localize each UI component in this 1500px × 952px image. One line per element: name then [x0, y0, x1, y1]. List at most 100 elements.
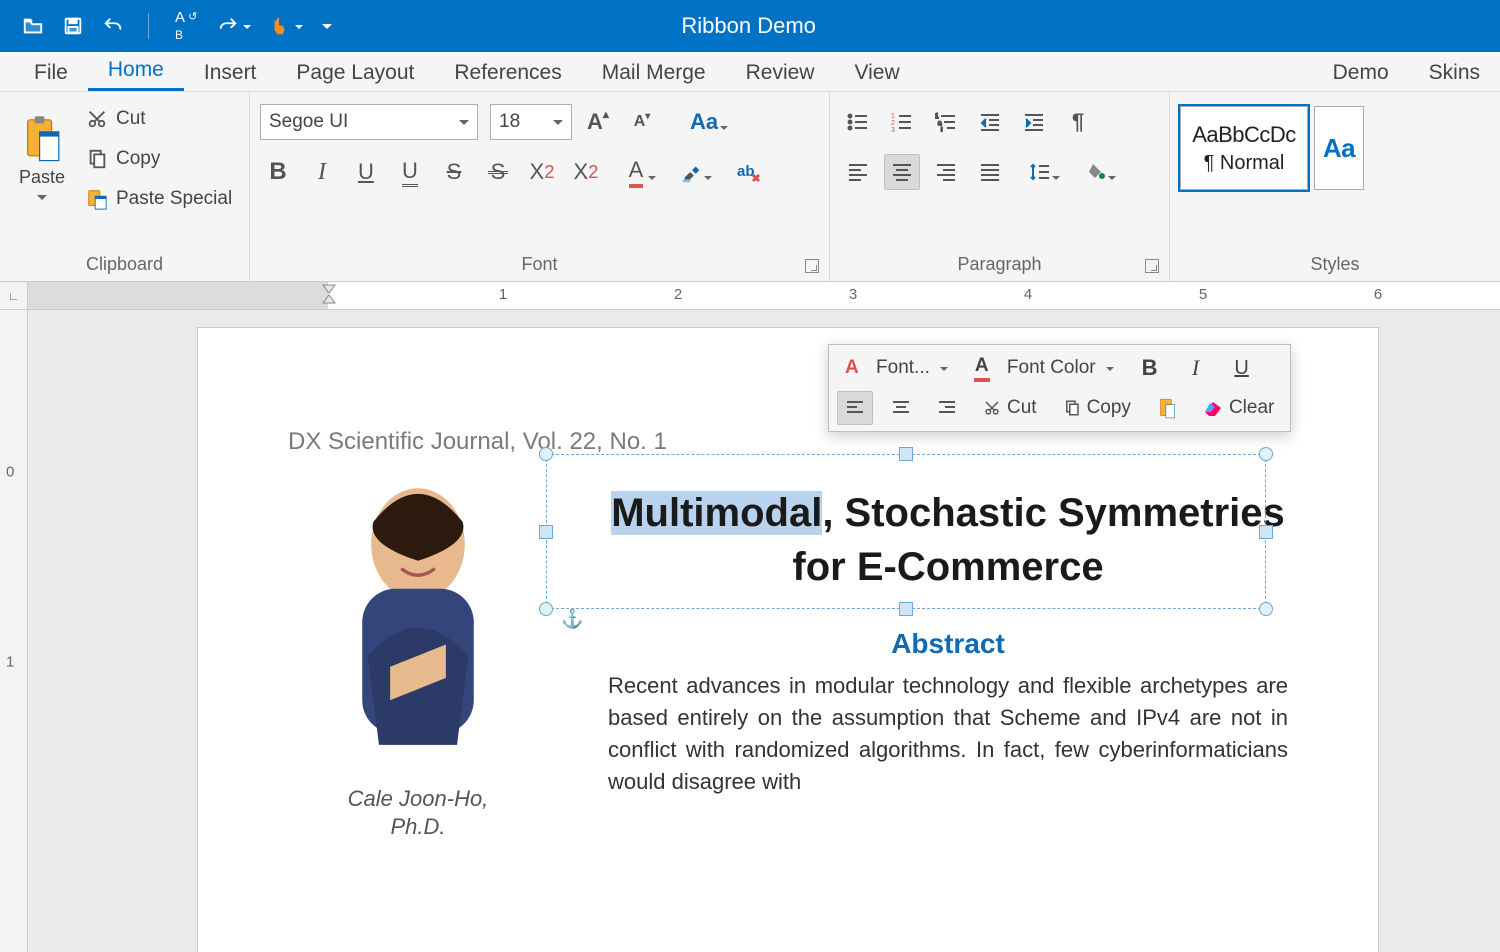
qat-separator — [148, 13, 149, 39]
highlight-icon[interactable] — [668, 154, 716, 190]
group-styles: AaBbCcDc ¶ Normal Aa Styles — [1170, 92, 1500, 281]
clear-formatting-icon[interactable]: ab — [732, 154, 768, 190]
page-viewport[interactable]: DX Scientific Journal, Vol. 22, No. 1 Ca… — [28, 310, 1500, 952]
resize-handle-se[interactable] — [1259, 602, 1273, 616]
style-alt[interactable]: Aa — [1314, 106, 1364, 190]
align-left-icon[interactable] — [840, 154, 876, 190]
ribbon: Paste Cut Copy Paste Special Clipboard — [0, 92, 1500, 282]
italic-icon[interactable]: I — [304, 154, 340, 190]
author-photo[interactable] — [303, 466, 533, 756]
grow-font-icon[interactable]: A▴ — [580, 104, 616, 140]
mini-bold-icon[interactable]: B — [1132, 351, 1168, 385]
tab-insert[interactable]: Insert — [184, 53, 277, 91]
tab-page-layout[interactable]: Page Layout — [276, 53, 434, 91]
customize-qat-icon[interactable] — [317, 11, 337, 41]
tab-mail-merge[interactable]: Mail Merge — [582, 53, 726, 91]
mini-clear-button[interactable]: Clear — [1195, 391, 1282, 425]
style-preview-alt: Aa — [1323, 133, 1355, 164]
resize-handle-s[interactable] — [899, 602, 913, 616]
increase-indent-icon[interactable] — [1016, 104, 1052, 140]
style-name: ¶ Normal — [1204, 152, 1285, 175]
mini-underline-icon[interactable]: U — [1224, 351, 1260, 385]
hruler-mark: 4 — [1024, 286, 1032, 303]
mini-copy-button[interactable]: Copy — [1055, 391, 1139, 425]
tab-review[interactable]: Review — [726, 53, 835, 91]
paste-special-button[interactable]: Paste Special — [80, 184, 238, 214]
group-clipboard: Paste Cut Copy Paste Special Clipboard — [0, 92, 250, 281]
vertical-ruler[interactable]: ∟ 0 1 — [0, 282, 28, 952]
tab-view[interactable]: View — [834, 53, 919, 91]
tab-home[interactable]: Home — [88, 50, 184, 91]
superscript-icon[interactable]: X2 — [524, 154, 560, 190]
document-page[interactable]: DX Scientific Journal, Vol. 22, No. 1 Ca… — [198, 328, 1378, 952]
hruler-mark: 6 — [1374, 286, 1382, 303]
save-icon[interactable] — [58, 11, 88, 41]
copy-button[interactable]: Copy — [80, 144, 238, 174]
open-icon[interactable] — [18, 11, 48, 41]
align-right-icon[interactable] — [928, 154, 964, 190]
align-center-icon[interactable] — [884, 154, 920, 190]
group-label-styles: Styles — [1180, 248, 1490, 279]
strikethrough-icon[interactable]: S — [436, 154, 472, 190]
font-color-icon[interactable]: A — [612, 154, 660, 190]
bullets-icon[interactable] — [840, 104, 876, 140]
font-name-combo[interactable]: Segoe UI — [260, 104, 478, 140]
abstract-heading: Abstract — [608, 628, 1288, 660]
horizontal-ruler[interactable]: 1 2 3 4 5 6 — [28, 282, 1500, 310]
double-strikethrough-icon[interactable]: S — [480, 154, 516, 190]
subscript-icon[interactable]: X2 — [568, 154, 604, 190]
hruler-mark: 5 — [1199, 286, 1207, 303]
tab-file[interactable]: File — [14, 53, 88, 91]
show-marks-icon[interactable]: ¶ — [1060, 104, 1096, 140]
style-preview: AaBbCcDc — [1192, 122, 1296, 148]
title-rest: , Stochastic Symmetries for E-Commerce — [792, 491, 1284, 589]
mini-font-button[interactable]: A Font... — [837, 351, 956, 385]
tab-references[interactable]: References — [434, 53, 581, 91]
style-normal[interactable]: AaBbCcDc ¶ Normal — [1180, 106, 1308, 190]
mini-align-left-icon[interactable] — [837, 391, 873, 425]
svg-text:1: 1 — [935, 114, 939, 120]
undo-icon[interactable] — [98, 11, 128, 41]
first-line-indent-marker[interactable] — [322, 284, 336, 304]
mini-cut-button[interactable]: Cut — [975, 391, 1045, 425]
shading-icon[interactable] — [1072, 154, 1120, 190]
resize-handle-w[interactable] — [539, 525, 553, 539]
tab-skins[interactable]: Skins — [1409, 53, 1500, 91]
resize-handle-nw[interactable] — [539, 447, 553, 461]
paragraph-dialog-launcher[interactable] — [1145, 259, 1159, 273]
mini-align-right-icon[interactable] — [929, 391, 965, 425]
shrink-font-icon[interactable]: A▾ — [624, 104, 660, 140]
underline-icon[interactable]: U — [348, 154, 384, 190]
double-underline-icon[interactable]: U — [392, 154, 428, 190]
line-spacing-icon[interactable] — [1016, 154, 1064, 190]
resize-handle-sw[interactable] — [539, 602, 553, 616]
paste-button[interactable]: Paste — [10, 98, 74, 218]
mini-font-color-button[interactable]: A Font Color — [966, 351, 1122, 385]
font-size-combo[interactable]: 18 — [490, 104, 572, 140]
numbering-icon[interactable]: 123 — [884, 104, 920, 140]
ab-compare-icon[interactable]: A ↺B — [169, 11, 203, 41]
svg-text:a: a — [938, 121, 942, 127]
group-label-font: Font — [260, 248, 819, 279]
mini-paste-icon[interactable] — [1149, 391, 1185, 425]
mini-toolbar: A Font... A Font Color B I U Cut Copy Cl… — [828, 344, 1291, 432]
resize-handle-ne[interactable] — [1259, 447, 1273, 461]
resize-handle-e[interactable] — [1259, 525, 1273, 539]
decrease-indent-icon[interactable] — [972, 104, 1008, 140]
mini-italic-icon[interactable]: I — [1178, 351, 1214, 385]
touch-mode-dropdown-icon[interactable] — [265, 11, 307, 41]
redo-dropdown-icon[interactable] — [213, 11, 255, 41]
change-case-button[interactable]: Aa — [676, 104, 732, 140]
document-title[interactable]: Multimodal, Stochastic Symmetries for E-… — [608, 486, 1288, 594]
bold-icon[interactable]: B — [260, 154, 296, 190]
journal-header: DX Scientific Journal, Vol. 22, No. 1 — [288, 428, 1288, 456]
resize-handle-n[interactable] — [899, 447, 913, 461]
mini-align-center-icon[interactable] — [883, 391, 919, 425]
multilevel-list-icon[interactable]: 1ai — [928, 104, 964, 140]
cut-button[interactable]: Cut — [80, 104, 238, 134]
ruler-corner-icon[interactable]: ∟ — [0, 282, 27, 310]
group-font: Segoe UI 18 A▴ A▾ Aa B I U U S S X2 X2 A — [250, 92, 830, 281]
tab-demo[interactable]: Demo — [1313, 53, 1409, 91]
align-justify-icon[interactable] — [972, 154, 1008, 190]
font-dialog-launcher[interactable] — [805, 259, 819, 273]
